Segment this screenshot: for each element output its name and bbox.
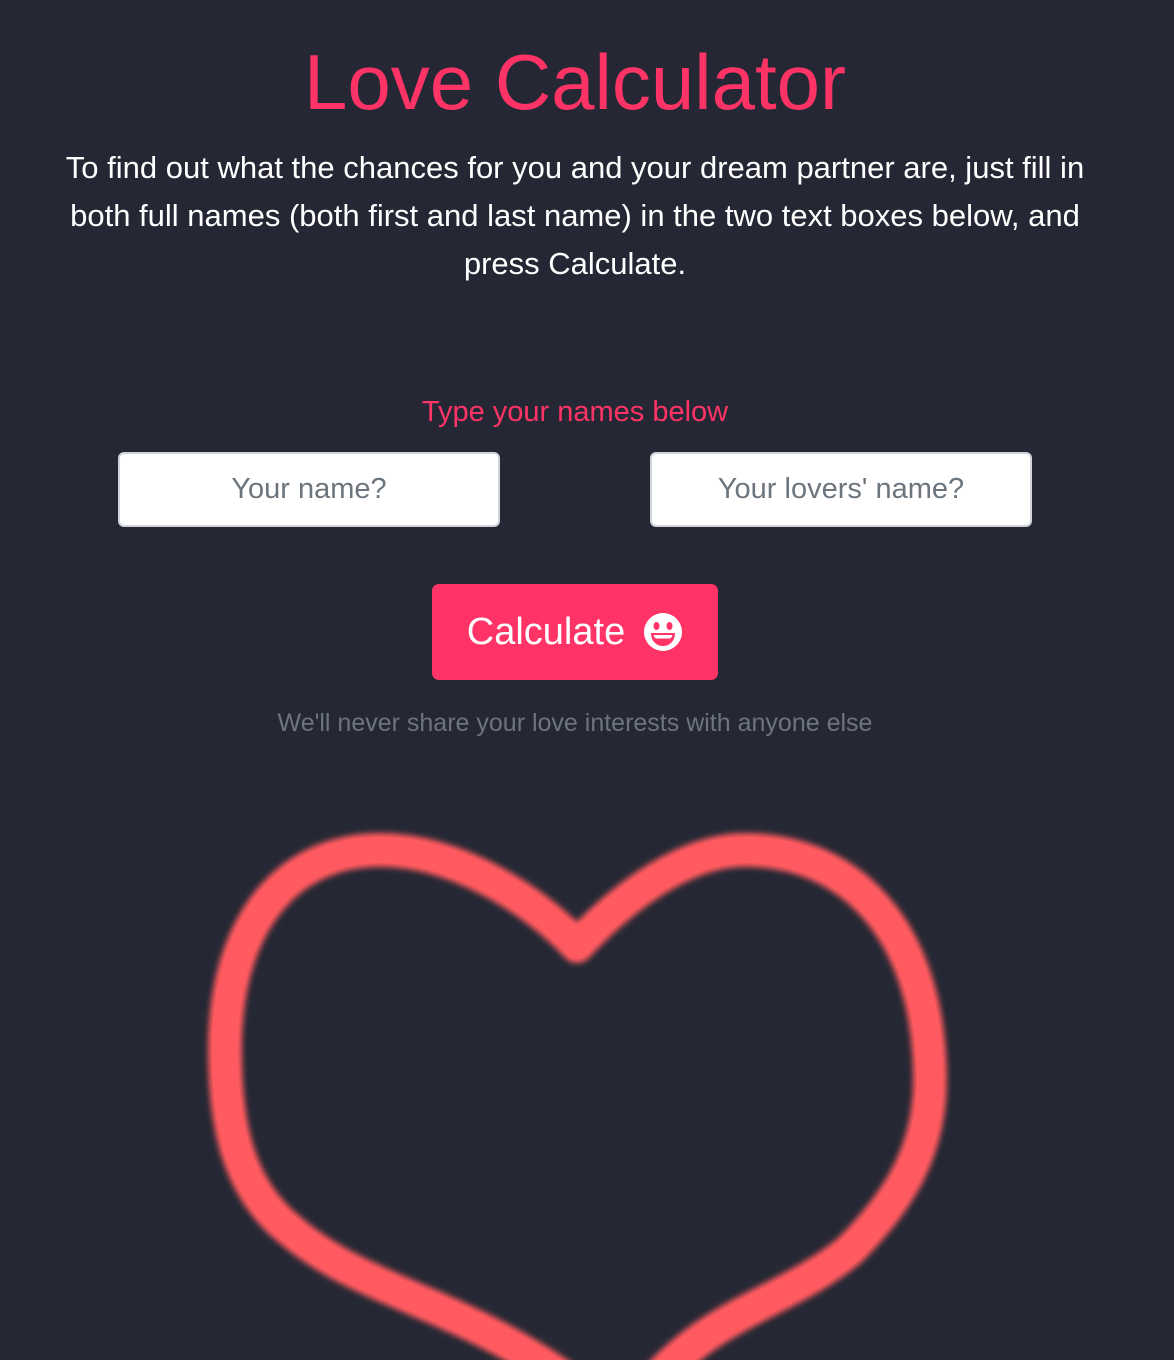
intro-text: To find out what the chances for you and… [65,150,1085,281]
your-name-input[interactable] [118,452,500,527]
love-calculator-page: Love Calculator To find out what the cha… [0,0,1174,1360]
privacy-note: We'll never share your love interests wi… [277,709,873,737]
grinning-face-icon [643,612,683,652]
calculate-button[interactable]: Calculate [432,584,718,680]
names-prompt: Type your names below [421,396,729,428]
page-title: Love Calculator [304,38,846,126]
lover-name-input[interactable] [650,452,1032,527]
calculate-label: Calculate [466,610,626,653]
